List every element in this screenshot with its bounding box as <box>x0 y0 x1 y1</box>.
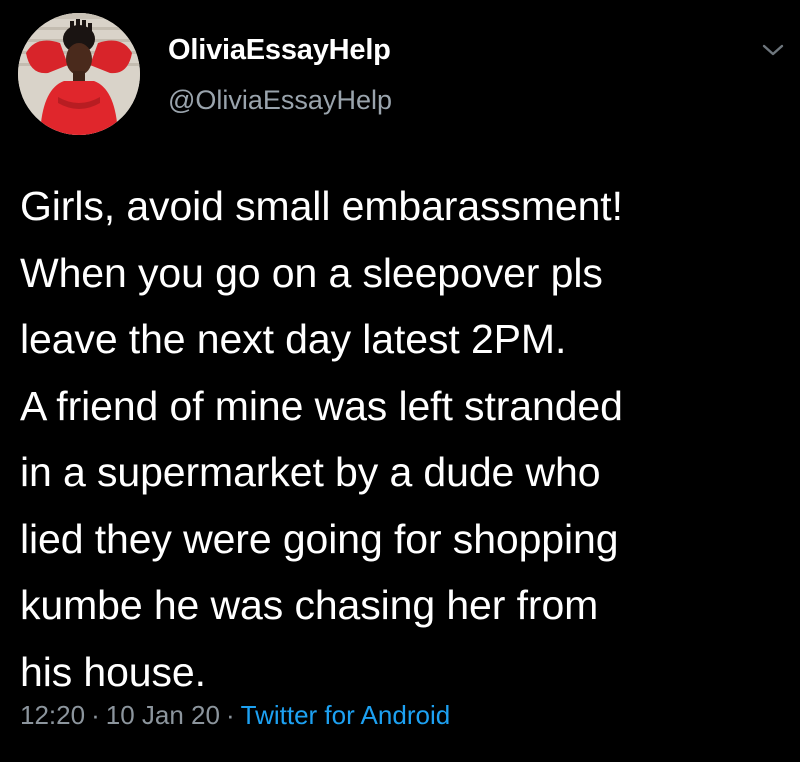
tweet-time[interactable]: 12:20 <box>20 700 85 730</box>
tweet-text-line: in a supermarket by a dude who <box>20 449 601 495</box>
tweet-text-line: leave the next day latest 2PM. <box>20 316 567 362</box>
tweet-text-line: his house. <box>20 648 206 695</box>
tweet-meta: 12:20 · 10 Jan 20 · Twitter for Android <box>20 700 450 731</box>
chevron-down-icon[interactable] <box>760 40 786 60</box>
tweet-text-line: A friend of mine was left stranded <box>20 382 623 429</box>
tweet-text-line: When you go on a sleepover pls <box>20 249 603 296</box>
avatar[interactable] <box>18 13 140 135</box>
user-handle[interactable]: @OliviaEssayHelp <box>168 85 392 116</box>
tweet-text-line: lied they were going for shopping <box>20 515 619 562</box>
profile-photo-icon <box>18 13 140 135</box>
tweet-text: Girls, avoid small embarassment! When yo… <box>20 173 790 705</box>
tweet-source-link[interactable]: Twitter for Android <box>241 700 451 730</box>
tweet-text-line: Girls, avoid small embarassment! <box>20 183 623 229</box>
meta-separator: · <box>91 700 100 730</box>
tweet-text-line: kumbe he was chasing her from <box>20 582 599 628</box>
display-name[interactable]: OliviaEssayHelp <box>168 34 391 67</box>
meta-separator: · <box>225 700 235 730</box>
tweet-date[interactable]: 10 Jan 20 <box>106 700 220 730</box>
tweet-card: OliviaEssayHelp @OliviaEssayHelp Girls, … <box>0 0 800 762</box>
